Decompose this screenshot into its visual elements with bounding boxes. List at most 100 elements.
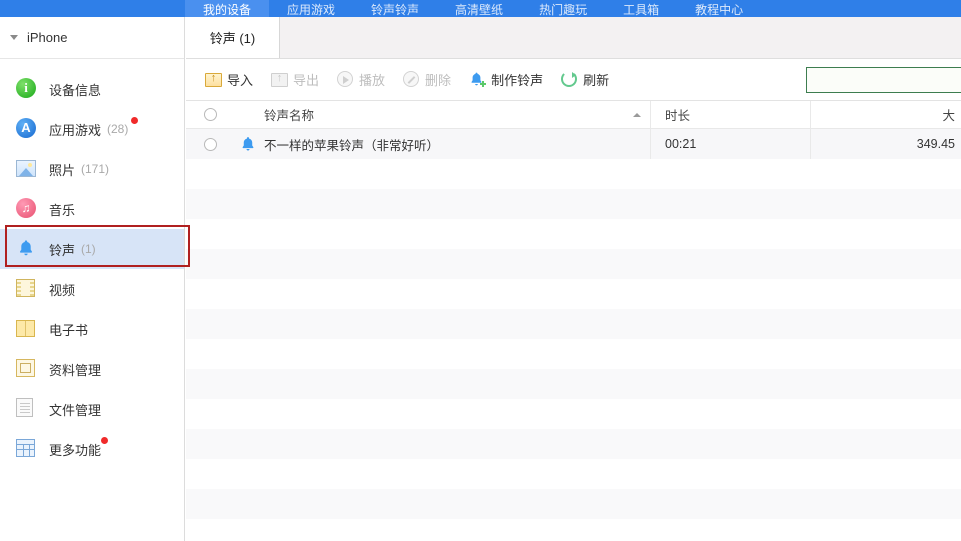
table-empty-row [186, 219, 961, 249]
video-icon [16, 278, 38, 300]
table-empty-row [186, 249, 961, 279]
sidebar-item-label: 视频 [49, 282, 76, 298]
device-header[interactable]: iPhone [0, 17, 184, 59]
sidebar: iPhone i 设备信息 A 应用游戏 (28) 照片 (171) ♫ 音乐 铃声 (1) 视频 电子… [0, 17, 190, 541]
sidebar-item-1[interactable]: A 应用游戏 (28) [0, 109, 184, 149]
bell-icon [16, 238, 38, 260]
notification-badge-icon [131, 117, 138, 124]
topbar-left-spacer [0, 0, 185, 17]
search-input[interactable] [807, 68, 961, 92]
info-icon: i [16, 78, 38, 100]
table-empty-row [186, 399, 961, 429]
sidebar-item-5[interactable]: 视频 [0, 269, 184, 309]
top-nav-item-1[interactable]: 应用游戏 [269, 0, 353, 17]
book-icon [16, 318, 38, 340]
table-empty-row [186, 369, 961, 399]
sidebar-item-label: 照片 [49, 162, 76, 178]
notification-badge-icon [101, 437, 108, 444]
export-icon [271, 71, 289, 88]
sidebar-item-7[interactable]: 资料管理 [0, 349, 184, 389]
sidebar-item-label: 铃声 [49, 242, 76, 258]
bell-icon [234, 135, 262, 153]
column-header-duration-label: 时长 [665, 109, 691, 123]
file-icon [16, 398, 38, 420]
toolbar-button-3: 删除 [394, 66, 460, 94]
select-all-checkbox[interactable] [203, 108, 217, 121]
table-body: 不一样的苹果铃声（非常好听） 00:21 349.45 [186, 129, 961, 541]
column-header-size-label: 大 [942, 109, 955, 123]
delete-icon [403, 71, 420, 88]
sidebar-item-label: 更多功能 [49, 442, 102, 458]
sidebar-item-2[interactable]: 照片 (171) [0, 149, 184, 189]
cell-size: 349.45 [916, 137, 955, 151]
sidebar-item-9[interactable]: 更多功能 [0, 429, 184, 469]
table-empty-row [186, 519, 961, 541]
table-empty-row [186, 189, 961, 219]
table-empty-row [186, 159, 961, 189]
table-empty-row [186, 489, 961, 519]
sidebar-item-0[interactable]: i 设备信息 [0, 69, 184, 109]
tab-ringtones-label: 铃声 (1) [209, 31, 256, 46]
cell-ringtone-name: 不一样的苹果铃声（非常好听） [262, 129, 651, 159]
app-window: 我的设备 应用游戏 铃声铃声 高清壁纸 热门趣玩 工具箱 教程中心 iPhone i 设备信息… [0, 0, 961, 541]
column-header-duration[interactable]: 时长 [651, 101, 811, 128]
sidebar-item-label: 应用游戏 [49, 122, 102, 138]
table-row[interactable]: 不一样的苹果铃声（非常好听） 00:21 349.45 [186, 129, 961, 159]
toolbar-button-label: 制作铃声 [491, 73, 544, 88]
column-header-name[interactable]: 铃声名称 [262, 101, 651, 128]
toolbar-button-4[interactable]: 制作铃声 [460, 66, 552, 94]
toolbar-button-label: 刷新 [583, 73, 610, 88]
table-header: 铃声名称 时长 大 [186, 101, 961, 129]
sidebar-item-label: 电子书 [49, 322, 89, 338]
top-nav-item-3[interactable]: 高清壁纸 [437, 0, 521, 17]
data-icon [16, 358, 38, 380]
toolbar: 导入 导出 播放 删除 制作铃声 刷新 [186, 59, 961, 101]
caret-down-icon[interactable] [10, 35, 18, 40]
sidebar-item-8[interactable]: 文件管理 [0, 389, 184, 429]
top-nav-items: 我的设备 应用游戏 铃声铃声 高清壁纸 热门趣玩 工具箱 教程中心 [185, 0, 761, 17]
sidebar-nav-list: i 设备信息 A 应用游戏 (28) 照片 (171) ♫ 音乐 铃声 (1) 视频 电子书 资料管理 文件… [0, 59, 184, 469]
top-nav-item-2[interactable]: 铃声铃声 [353, 0, 437, 17]
sidebar-item-4[interactable]: 铃声 (1) [0, 229, 184, 269]
toolbar-button-2: 播放 [328, 66, 394, 94]
device-name: iPhone [27, 30, 68, 45]
toolbar-button-label: 导入 [227, 73, 254, 88]
toolbar-button-label: 播放 [359, 73, 386, 88]
top-nav-item-4[interactable]: 热门趣玩 [521, 0, 605, 17]
tab-strip-filler [280, 17, 961, 58]
sidebar-item-label: 文件管理 [49, 402, 102, 418]
refresh-icon [561, 71, 578, 88]
toolbar-buttons: 导入 导出 播放 删除 制作铃声 刷新 [196, 66, 618, 94]
toolbar-button-5[interactable]: 刷新 [552, 66, 618, 94]
tab-strip: 铃声 (1) [186, 17, 961, 59]
row-checkbox[interactable] [203, 137, 217, 151]
column-header-size[interactable]: 大 [811, 101, 961, 128]
row-checkbox-cell[interactable] [186, 137, 234, 151]
sidebar-item-label: 资料管理 [49, 362, 102, 378]
toolbar-button-0[interactable]: 导入 [196, 66, 262, 94]
search-box[interactable] [806, 67, 961, 93]
toolbar-button-label: 删除 [425, 73, 452, 88]
top-navigation-bar: 我的设备 应用游戏 铃声铃声 高清壁纸 热门趣玩 工具箱 教程中心 [0, 0, 961, 17]
toolbar-button-1: 导出 [262, 66, 328, 94]
table-empty-row [186, 339, 961, 369]
cell-duration: 00:21 [651, 129, 811, 159]
sidebar-item-count: (1) [81, 242, 96, 256]
top-nav-item-5[interactable]: 工具箱 [605, 0, 677, 17]
table-empty-row [186, 459, 961, 489]
column-header-name-label: 铃声名称 [264, 109, 315, 123]
play-icon [337, 71, 354, 88]
ringtone-name-text: 不一样的苹果铃声（非常好听） [264, 138, 440, 153]
more-icon [16, 438, 38, 460]
sort-ascending-icon[interactable] [633, 112, 641, 117]
select-all-checkbox-cell[interactable] [186, 108, 234, 121]
sidebar-item-6[interactable]: 电子书 [0, 309, 184, 349]
tab-ringtones[interactable]: 铃声 (1) [186, 17, 280, 58]
top-nav-item-6[interactable]: 教程中心 [677, 0, 761, 17]
sidebar-item-label: 音乐 [49, 202, 76, 218]
sidebar-item-3[interactable]: ♫ 音乐 [0, 189, 184, 229]
sidebar-item-count: (28) [107, 122, 129, 136]
table-empty-row [186, 279, 961, 309]
photo-icon [16, 158, 38, 180]
top-nav-item-0[interactable]: 我的设备 [185, 0, 270, 17]
